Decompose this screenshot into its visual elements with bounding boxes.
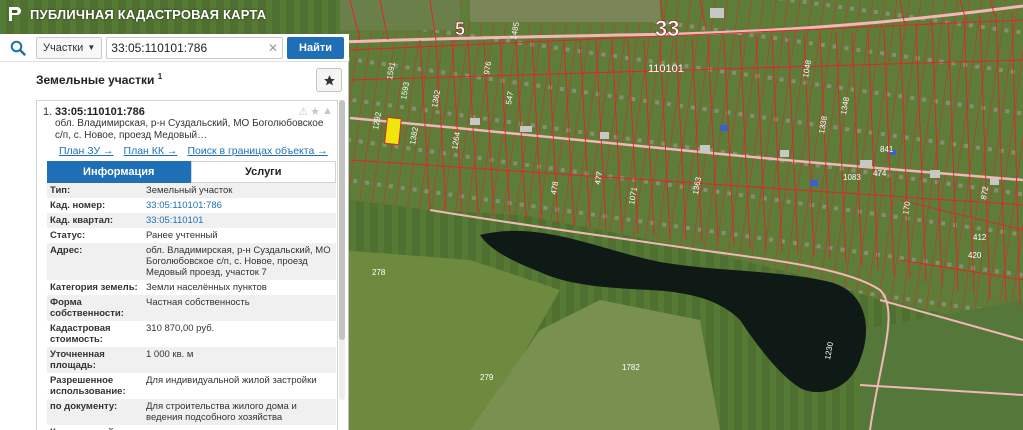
parcel-label: 278 <box>372 268 386 277</box>
link-search-bounds[interactable]: Поиск в границах объекта → <box>187 145 327 157</box>
result-card: 1. 33:05:110101:786 обл. Владимирская, р… <box>36 100 338 430</box>
block-label-110101: 110101 <box>648 63 684 75</box>
attribute-key: Тип: <box>47 183 143 198</box>
search-input-value: 33:05:110101:786 <box>111 40 208 55</box>
attribute-row: Тип: Земельный участок <box>47 183 336 198</box>
tab-services[interactable]: Услуги <box>190 161 336 183</box>
attribute-row: Разрешенное использование: Для индивидуал… <box>47 373 336 399</box>
search-type-label: Участки <box>43 41 84 54</box>
selected-parcel[interactable] <box>384 116 402 146</box>
attribute-value: - <box>143 425 336 430</box>
panel-title: Земельные участки 1 <box>36 72 162 87</box>
attribute-value[interactable]: 33:05:110101:786 <box>143 198 336 213</box>
quarter-label-5: 5 <box>455 19 465 39</box>
attribute-key: по документу: <box>47 399 143 425</box>
star-icon[interactable]: ★ <box>310 105 320 118</box>
link-plan-kk[interactable]: План КК → <box>124 145 178 157</box>
attribute-key: Адрес: <box>47 243 143 280</box>
attribute-value: Земельный участок <box>143 183 336 198</box>
attribute-value: Земли населённых пунктов <box>143 280 336 295</box>
attribute-row: Кадастровый инженер:- <box>47 425 336 430</box>
attribute-value: обл. Владимирская, р-н Суздальский, МО Б… <box>143 243 336 280</box>
attribute-key: Кад. номер: <box>47 198 143 213</box>
attribute-value: Для строительства жилого дома и ведения … <box>143 399 336 425</box>
tab-info[interactable]: Информация <box>47 161 191 183</box>
results-panel: Земельные участки 1 1. 33:05:110101:786 … <box>0 62 349 430</box>
attribute-row: Кад. квартал: 33:05:110101 <box>47 213 336 228</box>
attribute-row: Кад. номер: 33:05:110101:786 <box>47 198 336 213</box>
app-logo-icon <box>9 7 21 21</box>
result-number: 1. <box>43 106 53 118</box>
attribute-value: 1 000 кв. м <box>143 347 336 373</box>
parcel-label: 1782 <box>622 363 640 372</box>
attribute-key: Уточненная площадь: <box>47 347 143 373</box>
attributes-table: Тип: Земельный участок Кад. номер: 33:05:11… <box>47 183 336 430</box>
app-header: ПУБЛИЧНАЯ КАДАСТРОВАЯ КАРТА <box>0 0 266 28</box>
attribute-row: Статус: Ранее учтенный <box>47 228 336 243</box>
attribute-key: Категория земель: <box>47 280 143 295</box>
result-header: 1. 33:05:110101:786 обл. Владимирская, р… <box>37 101 337 142</box>
attribute-row: Уточненная площадь: 1 000 кв. м <box>47 347 336 373</box>
attribute-value: 310 870,00 руб. <box>143 321 336 347</box>
attribute-row: Адрес: обл. Владимирская, р-н Суздальский… <box>47 243 336 280</box>
search-input[interactable]: 33:05:110101:786 ✕ <box>106 36 284 59</box>
attribute-value[interactable]: 33:05:110101 <box>143 213 336 228</box>
attribute-value: Частная собственность <box>143 295 336 321</box>
find-button[interactable]: Найти <box>287 36 344 59</box>
chevron-down-icon: ▼ <box>87 43 96 52</box>
result-cad-number[interactable]: 33:05:110101:786 <box>55 106 331 118</box>
attribute-row: Форма собственности: Частная собственност… <box>47 295 336 321</box>
attribute-key: Разрешенное использование: <box>47 373 143 399</box>
app-title: ПУБЛИЧНАЯ КАДАСТРОВАЯ КАРТА <box>30 6 267 22</box>
search-type-select[interactable]: Участки ▼ <box>36 36 103 59</box>
attribute-key: Кад. квартал: <box>47 213 143 228</box>
favorite-button[interactable] <box>316 68 342 92</box>
chevron-up-icon[interactable]: ▲ <box>322 105 333 118</box>
search-icon <box>10 40 26 56</box>
close-icon[interactable]: ✕ <box>268 41 278 55</box>
attribute-value: Для индивидуальной жилой застройки <box>143 373 336 399</box>
scrollbar-thumb[interactable] <box>339 100 345 340</box>
warning-icon[interactable]: ⚠ <box>298 105 308 118</box>
result-icons: ⚠ ★ ▲ <box>298 105 333 118</box>
attribute-row: по документу: Для строительства жилого до… <box>47 399 336 425</box>
result-links: План ЗУ → План КК → Поиск в границах объ… <box>59 142 337 157</box>
quarter-label-33: 33 <box>655 16 679 41</box>
attribute-row: Категория земель: Земли населённых пункто… <box>47 280 336 295</box>
attribute-key: Форма собственности: <box>47 295 143 321</box>
parcel-label: 474 <box>873 169 887 178</box>
field-top-left <box>340 0 460 30</box>
link-plan-zu[interactable]: План ЗУ → <box>59 145 114 157</box>
parcel-label: 420 <box>968 251 982 260</box>
parcel-label: 412 <box>973 233 987 242</box>
parcel-label: 841 <box>880 145 894 154</box>
result-address: обл. Владимирская, р-н Суздальский, МО Б… <box>55 118 324 141</box>
attribute-row: Кадастровая стоимость: 310 870,00 руб. <box>47 321 336 347</box>
parcel-label: 1083 <box>843 173 861 182</box>
panel-title-text: Земельные участки <box>36 72 155 87</box>
star-icon <box>323 74 335 85</box>
panel-header: Земельные участки 1 <box>0 62 348 96</box>
attribute-key: Кадастровый инженер: <box>47 425 143 430</box>
parcel-label: 279 <box>480 373 494 382</box>
attribute-key: Статус: <box>47 228 143 243</box>
field-top <box>470 0 660 22</box>
attribute-value: Ранее учтенный <box>143 228 336 243</box>
result-tabs: Информация Услуги <box>47 161 336 183</box>
panel-title-count: 1 <box>157 71 163 81</box>
search-toggle-button[interactable] <box>0 34 36 62</box>
panel-scrollbar[interactable] <box>339 100 345 400</box>
attribute-key: Кадастровая стоимость: <box>47 321 143 347</box>
search-bar: Участки ▼ 33:05:110101:786 ✕ Найти <box>0 34 349 62</box>
